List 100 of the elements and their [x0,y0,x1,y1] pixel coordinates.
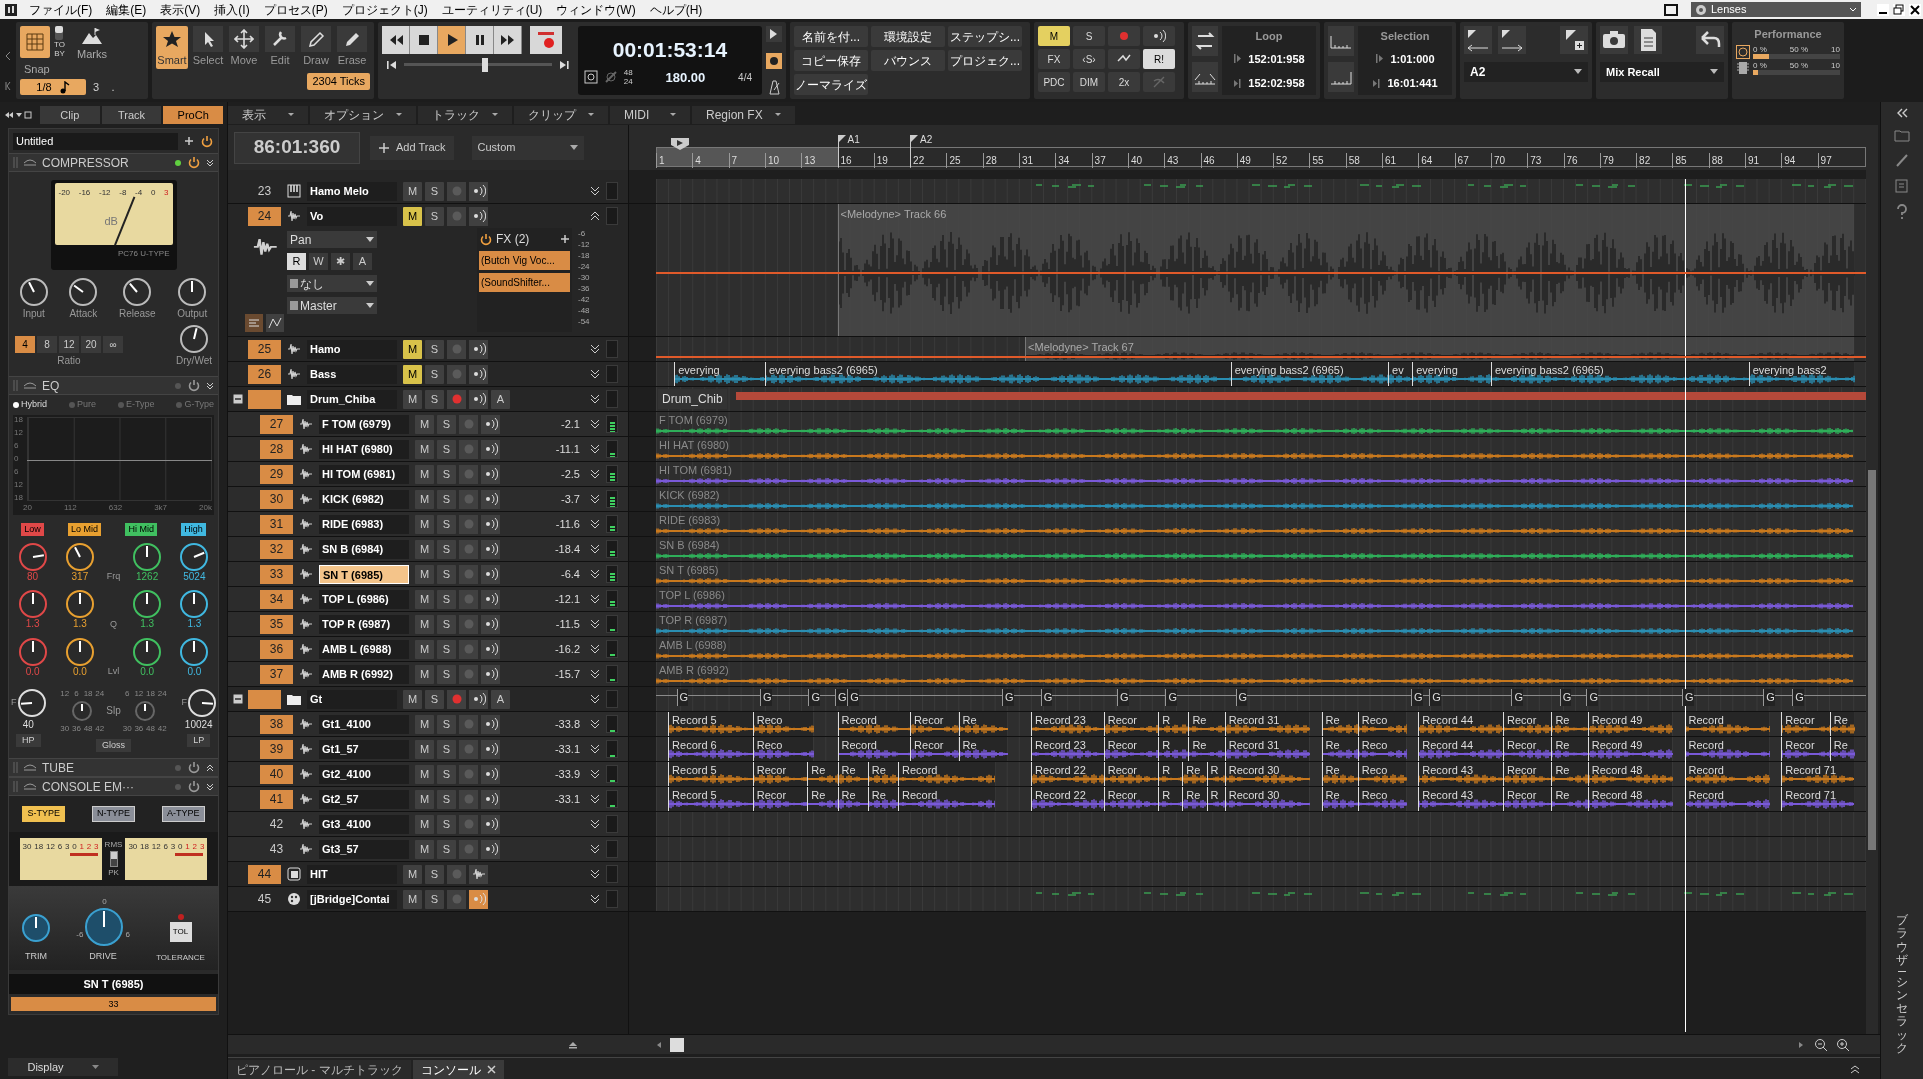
audio-clip[interactable]: <Melodyne> Track 67 [1025,337,1854,361]
audio-clip[interactable]: Re [1321,787,1358,811]
audio-clip[interactable]: Record 30 [1224,787,1310,811]
mute-button[interactable]: M [415,514,434,534]
audio-clip[interactable]: Record 49 [1587,712,1673,736]
view-menu[interactable]: MIDI [610,106,690,124]
automation-mode-button[interactable]: W [309,253,328,270]
audio-clip[interactable]: Record 44 [1418,737,1503,761]
audio-clip[interactable]: Recor [1503,787,1552,811]
audio-clip[interactable]: F TOM (6979) [656,412,1854,436]
mute-button[interactable]: M [403,181,422,201]
group-marker[interactable]: G [1429,689,1441,706]
audio-clip[interactable]: Record 48 [1587,787,1673,811]
solo-button[interactable]: S [437,564,456,584]
audio-clip[interactable]: Re [807,787,838,811]
audio-clip[interactable]: Re [837,762,868,786]
audio-clip[interactable]: Recor [1103,737,1159,761]
audio-clip[interactable]: Record 5 [668,787,753,811]
audio-clip[interactable]: Re [1551,737,1588,761]
gloss-button[interactable]: Gloss [96,738,131,752]
track-name-field[interactable]: HI HAT (6980) [319,439,409,459]
audio-clip[interactable]: Reco [752,737,814,761]
solo-button[interactable]: S [425,689,444,709]
slope-dial[interactable]: 12 6 18 24 30 36 48 42 [59,688,106,733]
track-name-field[interactable]: TOP L (6986) [319,589,409,609]
audio-clip[interactable]: Record 44 [1418,712,1503,736]
track-number[interactable]: 23 [248,181,281,201]
lenses-dropdown[interactable]: Lenses [1691,2,1861,17]
track-number[interactable]: 39 [260,739,293,759]
audio-clip[interactable]: Record [1684,762,1770,786]
output-dropdown[interactable]: Master [287,297,377,314]
ratio-button[interactable]: 4 [15,336,35,353]
ratio-button[interactable]: 8 [37,336,57,353]
mix-toggle-button[interactable]: FX [1038,49,1070,69]
menu-item[interactable]: プロジェクト(J) [334,0,435,19]
command-button[interactable]: プロジェク... [948,50,1022,71]
track-name-field[interactable]: Gt [307,689,397,709]
solo-button[interactable]: S [437,414,456,434]
track-number[interactable]: 24 [248,206,281,226]
volume-value[interactable]: -2.5 [561,465,580,483]
mute-button[interactable]: M [415,614,434,634]
audio-clip[interactable]: everying [1412,362,1491,386]
tempo-value[interactable]: 180.00 [638,67,733,87]
audio-clip[interactable]: TOP R (6987) [656,612,1854,636]
menu-item[interactable]: 挿入(I) [207,0,257,19]
loop-end[interactable]: 152:02:958 [1248,75,1305,92]
audio-clip[interactable]: Record 5 [668,712,753,736]
audio-clip[interactable]: Re [1321,762,1358,786]
track-number[interactable]: 34 [260,589,293,609]
audio-clip[interactable]: Re [1321,712,1358,736]
view-menu[interactable]: Region FX [692,106,795,124]
track-number[interactable]: 30 [260,489,293,509]
solo-button[interactable]: S [437,439,456,459]
audio-clip[interactable]: Recor [1503,737,1552,761]
solo-button[interactable]: S [425,364,444,384]
track-number[interactable]: 44 [248,864,281,884]
audio-clip[interactable]: Record [1684,712,1770,736]
track-number[interactable]: 31 [260,514,293,534]
audio-clip[interactable]: Record [1684,737,1770,761]
track-number[interactable]: 28 [260,439,293,459]
solo-button[interactable]: S [437,789,456,809]
command-button[interactable]: ノーマライズ [794,74,868,95]
audio-clip[interactable]: Re [1321,737,1358,761]
track-number[interactable]: 38 [260,714,293,734]
timeline-ruler[interactable]: 1 4 7 10 13 16 19 22 25 28 31 34 37 40 43 46 49 52 55 58 61 64 67 70 73 76 79 82 85 88 91 94 97 A1 A2 [656,125,1866,170]
mix-toggle-button[interactable]: M [1038,26,1070,46]
volume-value[interactable]: -33.1 [554,740,580,758]
marker-dropdown[interactable]: A2 [1464,62,1588,82]
audio-clip[interactable]: Re [958,737,1007,761]
group-marker[interactable]: G [1411,689,1423,706]
audio-clip[interactable]: Record 49 [1587,737,1673,761]
mute-button[interactable]: M [403,364,422,384]
track-name-field[interactable]: SN B (6984) [319,539,409,559]
tool-button[interactable]: Smart [156,26,188,69]
audio-clip[interactable]: Recor [1103,712,1159,736]
audio-clip[interactable]: Record 6 [668,737,753,761]
menu-item[interactable]: ウィンドウ(W) [549,0,643,19]
mute-button[interactable]: M [403,206,422,226]
mute-button[interactable]: M [415,814,434,834]
dotted-value[interactable]: . [106,79,120,96]
menu-item[interactable]: ファイル(F) [22,0,100,19]
snap-resolution-dropdown[interactable]: 1/8 [20,79,86,96]
pan-dropdown[interactable]: Pan [287,231,377,248]
automation-mode-button[interactable]: R [287,253,306,270]
audio-clip[interactable]: RIDE (6983) [656,512,1854,536]
group-marker[interactable]: G [847,689,859,706]
audio-clip[interactable]: KICK (6982) [656,487,1854,511]
audio-clip[interactable]: Recor [1103,762,1159,786]
meter-value[interactable]: 4/4 [738,69,756,85]
solo-button[interactable]: S [437,814,456,834]
mute-button[interactable]: M [403,864,422,884]
audio-clip[interactable]: Record 71 [1781,787,1854,811]
volume-value[interactable]: -33.8 [554,715,580,733]
view-menu[interactable]: オプション [310,106,416,124]
audio-clip[interactable]: Re [1182,762,1207,786]
audio-clip[interactable]: R [1158,712,1189,736]
track-number[interactable]: 45 [248,889,281,909]
audio-clip[interactable]: Re [867,762,898,786]
audio-clip[interactable]: Recor [910,712,959,736]
audio-clip[interactable]: Re [1182,787,1207,811]
